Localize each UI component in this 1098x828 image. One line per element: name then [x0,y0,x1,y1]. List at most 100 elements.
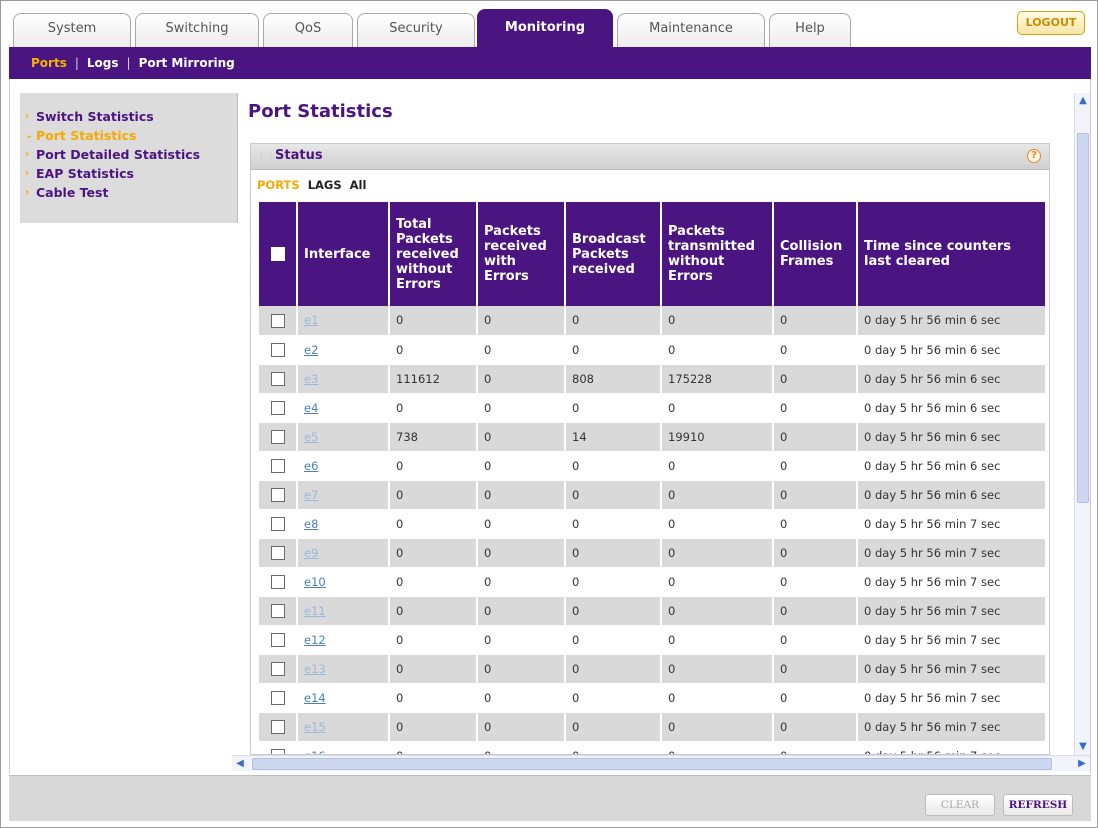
cell-total-received: 0 [389,393,478,423]
horizontal-scrollbar[interactable]: ◀ ▶ [232,755,1090,771]
scroll-left-icon[interactable]: ◀ [232,756,248,772]
subnav-item-logs[interactable]: Logs [87,56,119,70]
interface-link[interactable]: e14 [304,691,326,705]
interface-link[interactable]: e13 [304,662,326,676]
row-checkbox[interactable] [270,603,285,618]
header-packets-transmitted: Packets transmitted without Errors [661,202,774,306]
menu-item-label: Port Statistics [36,128,137,143]
menu-item-port-statistics[interactable]: ⌄ Port Statistics [20,126,237,145]
table-row: e12 0 0 0 0 0 0 day 5 hr 56 min 7 sec [259,625,1047,655]
row-select-cell [259,567,298,597]
tab-monitoring[interactable]: Monitoring [477,9,613,49]
table-row: e10 0 0 0 0 0 0 day 5 hr 56 min 7 sec [259,567,1047,597]
row-select-cell [259,625,298,655]
interface-link[interactable]: e15 [304,720,326,734]
row-checkbox[interactable] [270,313,285,328]
cell-total-received: 0 [389,451,478,481]
interface-link[interactable]: e8 [304,517,318,531]
sub-navigation: Ports | Logs | Port Mirroring [9,47,1091,79]
row-checkbox[interactable] [270,487,285,502]
filter-ports[interactable]: PORTS [257,178,300,192]
row-checkbox[interactable] [270,574,285,589]
interface-link[interactable]: e4 [304,401,318,415]
header-collision-frames: Collision Frames [773,202,858,306]
menu-item-eap-statistics[interactable]: › EAP Statistics [20,164,237,183]
row-checkbox[interactable] [270,661,285,676]
interface-link[interactable]: e10 [304,575,326,589]
tab-switching[interactable]: Switching [135,13,259,47]
select-all-checkbox[interactable] [270,247,285,261]
interface-link[interactable]: e3 [304,372,318,386]
row-checkbox[interactable] [270,690,285,705]
row-checkbox[interactable] [270,545,285,560]
interface-link[interactable]: e11 [304,604,326,618]
cell-transmitted: 0 [661,480,774,510]
menu-item-port-detailed-statistics[interactable]: › Port Detailed Statistics [20,145,237,164]
tab-system[interactable]: System [13,13,131,47]
table-body: e1 0 0 0 0 0 0 day 5 hr 56 min 6 sec e2 0 0 0 0 0 0 d… [259,306,1047,754]
logout-button[interactable]: LOGOUT [1017,11,1085,35]
horizontal-scroll-thumb[interactable] [252,758,1052,770]
refresh-button[interactable]: REFRESH [1003,794,1073,816]
clear-button[interactable]: CLEAR [925,794,995,816]
menu-item-label: Switch Statistics [36,109,154,124]
menu-item-switch-statistics[interactable]: › Switch Statistics [20,107,237,126]
cell-total-received: 0 [389,625,478,655]
header-packets-received-with-errors: Packets received with Errors [477,202,566,306]
scroll-up-icon[interactable]: ▲ [1075,93,1091,109]
cell-collision-frames: 0 [773,451,858,481]
status-panel-title: Status [275,148,323,163]
filter-all[interactable]: All [350,178,367,192]
cell-interface: e5 [297,422,390,452]
header-total-packets-received: Total Packets received without Errors [389,202,478,306]
main-content: › Switch Statistics ⌄ Port Statistics › … [9,79,1091,773]
cell-broadcast-received: 0 [565,654,662,684]
row-checkbox[interactable] [270,632,285,647]
cell-transmitted: 19910 [661,422,774,452]
cell-collision-frames: 0 [773,567,858,597]
cell-interface: e16 [297,741,390,754]
cell-time-since-cleared: 0 day 5 hr 56 min 6 sec [857,480,1047,510]
table-row: e11 0 0 0 0 0 0 day 5 hr 56 min 7 sec [259,596,1047,626]
interface-link[interactable]: e12 [304,633,326,647]
cell-received-errors: 0 [477,422,566,452]
row-checkbox[interactable] [270,719,285,734]
interface-link[interactable]: e5 [304,430,318,444]
subnav-separator: | [74,56,79,70]
filter-lags[interactable]: LAGS [308,178,342,192]
scroll-right-icon[interactable]: ▶ [1074,756,1090,772]
cell-time-since-cleared: 0 day 5 hr 56 min 6 sec [857,393,1047,423]
tab-qos[interactable]: QoS [263,13,353,47]
vertical-scrollbar[interactable]: ▲ ▼ [1074,93,1090,755]
cell-total-received: 738 [389,422,478,452]
interface-link[interactable]: e2 [304,343,318,357]
row-select-cell [259,654,298,684]
row-checkbox[interactable] [270,429,285,444]
tab-security[interactable]: Security [357,13,475,47]
cell-transmitted: 0 [661,712,774,742]
vertical-scroll-thumb[interactable] [1077,133,1089,503]
row-checkbox[interactable] [270,400,285,415]
scroll-down-icon[interactable]: ▼ [1075,739,1091,755]
menu-item-cable-test[interactable]: › Cable Test [20,183,237,202]
tab-maintenance[interactable]: Maintenance [617,13,765,47]
row-checkbox[interactable] [270,516,285,531]
tab-help[interactable]: Help [769,13,851,47]
row-checkbox[interactable] [270,342,285,357]
row-select-cell [259,422,298,452]
row-checkbox[interactable] [270,371,285,386]
interface-link[interactable]: e1 [304,313,318,327]
page-title: Port Statistics [248,101,393,122]
select-all-header [259,202,298,306]
help-icon[interactable]: ? [1027,149,1041,163]
cell-received-errors: 0 [477,335,566,365]
interface-link[interactable]: e6 [304,459,318,473]
subnav-item-ports[interactable]: Ports [31,56,67,70]
interface-link[interactable]: e7 [304,488,318,502]
header-broadcast-packets-received: Broadcast Packets received [565,202,662,306]
subnav-item-port-mirroring[interactable]: Port Mirroring [139,56,235,70]
cell-time-since-cleared: 0 day 5 hr 56 min 6 sec [857,422,1047,452]
cell-collision-frames: 0 [773,596,858,626]
row-checkbox[interactable] [270,458,285,473]
interface-link[interactable]: e9 [304,546,318,560]
